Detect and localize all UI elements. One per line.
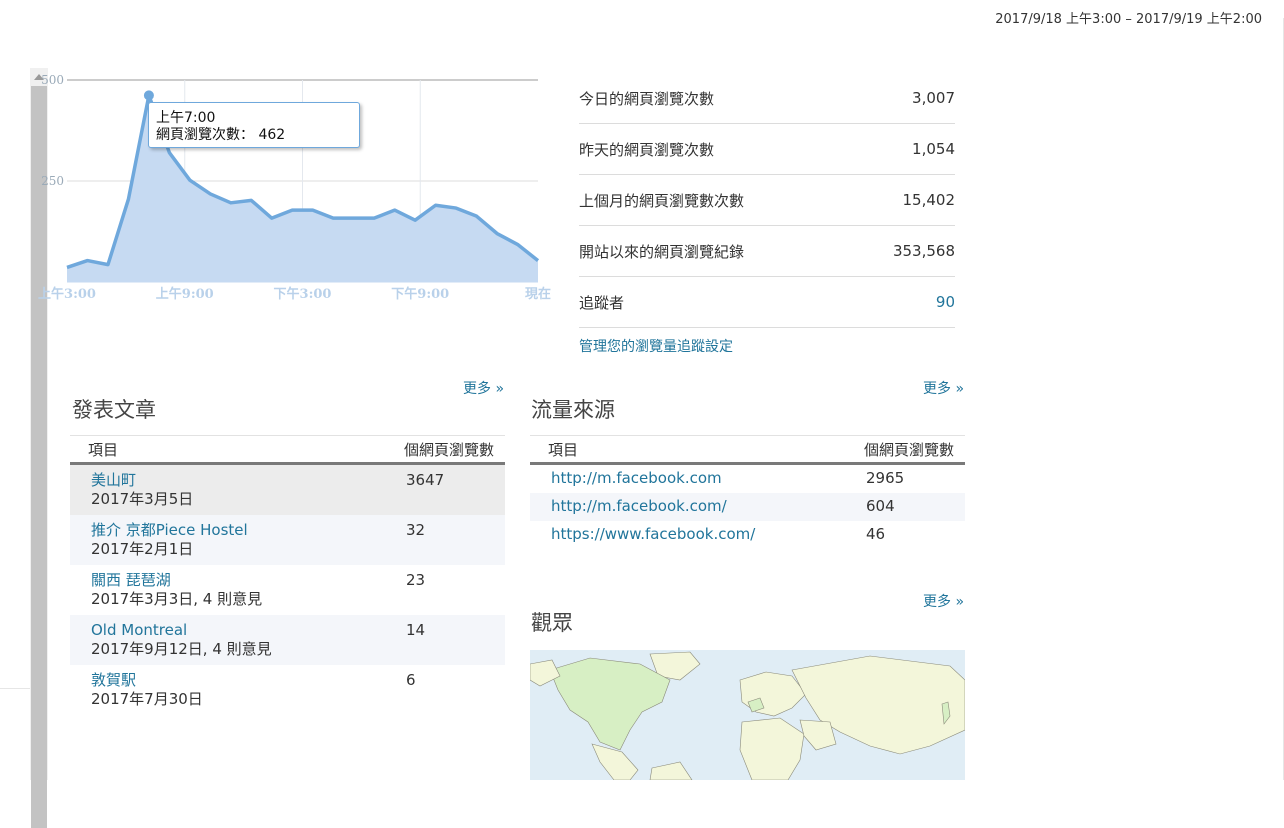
- x-tick-label: 現在: [525, 286, 551, 302]
- highlight-point: [143, 90, 154, 101]
- table-row: https://www.facebook.com/ 46: [530, 521, 965, 549]
- audience-title: 觀眾: [531, 611, 573, 635]
- table-row: 美山町 2017年3月5日 3647: [70, 463, 505, 515]
- referrer-link[interactable]: http://m.facebook.com: [551, 469, 722, 487]
- mexico-shape: [591, 743, 639, 780]
- y-tick-label: 500: [41, 73, 64, 87]
- tooltip-time: 上午7:00: [156, 110, 216, 126]
- stat-value: 1,054: [912, 140, 955, 158]
- table-row: http://m.facebook.com/ 604: [530, 493, 965, 521]
- x-tick-label: 下午9:00: [391, 286, 449, 302]
- north-america-shape: [549, 657, 671, 751]
- post-views: 32: [406, 521, 426, 539]
- col-header-item: 項目: [530, 435, 864, 465]
- south-america-shape: [649, 761, 693, 780]
- col-header-views: 個網頁瀏覽數: [864, 435, 965, 465]
- post-meta: 2017年7月30日: [91, 690, 203, 708]
- africa-shape: [739, 717, 805, 780]
- stat-value: 3,007: [912, 89, 955, 107]
- chart-tooltip: 上午7:00 網頁瀏覽次數： 462: [148, 102, 360, 148]
- tooltip-label: 網頁瀏覽次數：: [156, 127, 254, 143]
- table-row: 關西 琵琶湖 2017年3月3日, 4 則意見 23: [70, 565, 505, 615]
- table-row: Old Montreal 2017年9月12日, 4 則意見 14: [70, 615, 505, 665]
- stat-label: 今日的網頁瀏覽次數: [579, 89, 715, 108]
- post-meta: 2017年3月3日, 4 則意見: [91, 590, 263, 608]
- posts-title: 發表文章: [72, 398, 156, 422]
- table-row: 推介 京都Piece Hostel 2017年2月1日 32: [70, 515, 505, 565]
- stat-value: 353,568: [892, 242, 955, 260]
- post-title-link[interactable]: Old Montreal: [91, 621, 404, 640]
- post-title-link[interactable]: 敦賀駅: [91, 671, 404, 690]
- tooltip-value: 462: [258, 127, 286, 143]
- post-title-link[interactable]: 美山町: [91, 471, 404, 490]
- left-divider: [0, 688, 30, 689]
- referrers-more-link[interactable]: 更多 »: [923, 378, 964, 398]
- referrers-title: 流量來源: [531, 398, 615, 422]
- x-tick-label: 下午3:00: [274, 286, 332, 302]
- post-title-link[interactable]: 關西 琵琶湖: [91, 571, 404, 590]
- stat-value: 15,402: [902, 191, 956, 209]
- col-header-views: 個網頁瀏覽數: [404, 435, 505, 465]
- manage-tracking-link[interactable]: 管理您的瀏覽量追蹤設定: [579, 336, 733, 356]
- table-header-row: 項目 個網頁瀏覽數: [70, 435, 505, 465]
- stat-label: 追蹤者: [579, 293, 625, 312]
- referrer-views: 604: [866, 497, 895, 515]
- date-range: 2017/9/18 上午3:00 – 2017/9/19 上午2:00: [995, 12, 1262, 27]
- middle-east-shape: [799, 719, 837, 751]
- referrer-link[interactable]: https://www.facebook.com/: [551, 525, 755, 543]
- followers-count-link[interactable]: 90: [936, 293, 955, 311]
- post-views: 3647: [406, 471, 445, 489]
- y-tick-label: 250: [41, 174, 64, 188]
- tooltip-line: 網頁瀏覽次數： 462: [156, 127, 359, 144]
- post-views: 23: [406, 571, 426, 589]
- x-tick-label: 上午3:00: [38, 286, 96, 302]
- world-map-svg: [530, 651, 965, 780]
- table-row: 敦賀駅 2017年7月30日 6: [70, 665, 505, 715]
- stat-all-time: 開站以來的網頁瀏覽紀錄 353,568: [579, 226, 955, 277]
- world-map[interactable]: [530, 650, 965, 780]
- stat-last-month: 上個月的網頁瀏覽數次數 15,402: [579, 175, 955, 226]
- table-header-row: 項目 個網頁瀏覽數: [530, 435, 965, 465]
- x-tick-label: 上午9:00: [156, 286, 214, 302]
- posts-table: 項目 個網頁瀏覽數 美山町 2017年3月5日 3647 推介 京都Piece H…: [70, 435, 505, 715]
- post-meta: 2017年9月12日, 4 則意見: [91, 640, 272, 658]
- stat-yesterday: 昨天的網頁瀏覽次數 1,054: [579, 124, 955, 175]
- posts-more-link[interactable]: 更多 »: [463, 378, 504, 398]
- post-title-link[interactable]: 推介 京都Piece Hostel: [91, 521, 404, 540]
- stat-label: 開站以來的網頁瀏覽紀錄: [579, 242, 745, 261]
- stat-label: 上個月的網頁瀏覽數次數: [579, 191, 745, 210]
- stat-label: 昨天的網頁瀏覽次數: [579, 140, 715, 159]
- referrers-table: 項目 個網頁瀏覽數 http://m.facebook.com 2965 htt…: [530, 435, 965, 549]
- stat-today: 今日的網頁瀏覽次數 3,007: [579, 73, 955, 124]
- post-views: 6: [406, 671, 416, 689]
- post-views: 14: [406, 621, 426, 639]
- audience-more-link[interactable]: 更多 »: [923, 591, 964, 611]
- stat-followers: 追蹤者 90: [579, 277, 955, 328]
- post-meta: 2017年2月1日: [91, 540, 194, 558]
- col-header-item: 項目: [70, 435, 404, 465]
- referrer-link[interactable]: http://m.facebook.com/: [551, 497, 727, 515]
- referrer-views: 46: [866, 525, 886, 543]
- post-meta: 2017年3月5日: [91, 490, 194, 508]
- stats-summary: 今日的網頁瀏覽次數 3,007 昨天的網頁瀏覽次數 1,054 上個月的網頁瀏覽…: [579, 73, 955, 328]
- table-row: http://m.facebook.com 2965: [530, 464, 965, 494]
- referrer-views: 2965: [866, 469, 905, 487]
